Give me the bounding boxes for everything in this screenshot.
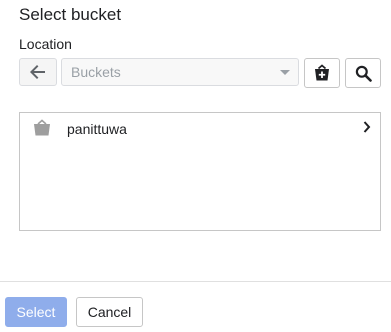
back-button[interactable]	[19, 58, 57, 86]
list-item[interactable]: panittuwa	[20, 113, 380, 145]
location-select-value: Buckets	[71, 64, 121, 80]
cancel-button[interactable]: Cancel	[76, 297, 143, 327]
location-label: Location	[19, 36, 72, 52]
search-button[interactable]	[345, 58, 381, 88]
bucket-list: panittuwa	[19, 112, 381, 231]
chevron-down-icon	[280, 69, 290, 75]
arrow-left-icon	[30, 65, 45, 79]
new-bucket-icon	[315, 64, 329, 81]
dialog-title: Select bucket	[19, 5, 122, 24]
footer-divider	[0, 281, 391, 282]
bucket-name: panittuwa	[67, 121, 127, 137]
chevron-right-icon	[363, 121, 371, 133]
select-button[interactable]: Select	[5, 297, 67, 327]
new-bucket-button[interactable]	[304, 58, 340, 88]
select-bucket-dialog: Select bucket Location Buckets panittuwa	[0, 0, 391, 332]
search-icon	[355, 65, 372, 82]
location-select[interactable]: Buckets	[61, 58, 299, 86]
bucket-icon	[34, 119, 50, 136]
